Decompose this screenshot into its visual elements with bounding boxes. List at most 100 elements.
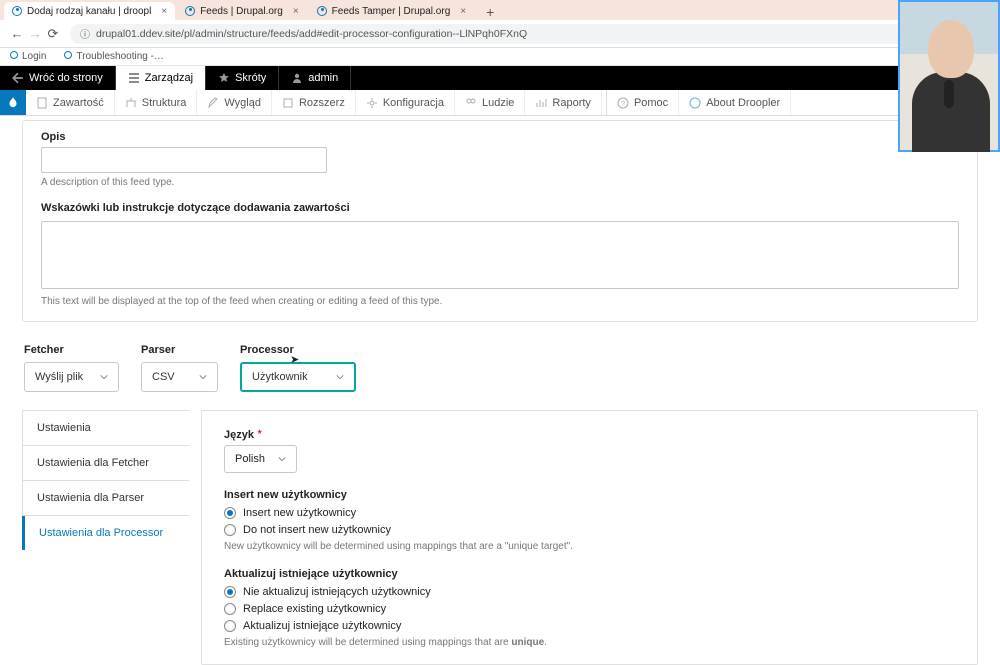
- drupal-favicon-icon: [185, 6, 195, 16]
- opis-help: A description of this feed type.: [41, 177, 959, 188]
- browser-tab-title: Feeds | Drupal.org: [200, 6, 283, 17]
- update-help: Existing użytkownicy will be determined …: [224, 637, 955, 648]
- parser-label: Parser: [141, 344, 218, 356]
- page-content: Opis A description of this feed type. Ws…: [0, 120, 1000, 665]
- site-info-icon: ⓘ: [80, 26, 90, 41]
- tab-ustawienia-fetcher[interactable]: Ustawienia dla Fetcher: [22, 446, 189, 481]
- radio-label: Insert new użytkownicy: [243, 507, 356, 519]
- pipeline-selects-row: Fetcher Wyślij plik Parser CSV Processor…: [22, 344, 978, 392]
- browser-tab-title: Dodaj rodzaj kanału | droopl: [27, 6, 151, 17]
- bookmark-item[interactable]: Troubleshooting -…: [64, 51, 163, 62]
- close-icon[interactable]: ×: [293, 6, 299, 17]
- radio-label: Nie aktualizuj istniejących użytkownicy: [243, 586, 431, 598]
- user-icon: [291, 72, 303, 84]
- toolbar-item-about[interactable]: About Droopler: [679, 90, 791, 115]
- browser-tab-active[interactable]: Dodaj rodzaj kanału | droopl ×: [4, 2, 175, 20]
- fetcher-select[interactable]: Wyślij plik: [24, 362, 119, 392]
- people-icon: [465, 97, 477, 109]
- url-text: drupal01.ddev.site/pl/admin/structure/fe…: [96, 28, 527, 40]
- radio-do-not-update[interactable]: Nie aktualizuj istniejących użytkownicy: [224, 586, 955, 598]
- drupal-home-button[interactable]: [0, 90, 26, 115]
- radio-label: Do not insert new użytkownicy: [243, 524, 391, 536]
- toolbar-item-configuration[interactable]: Konfiguracja: [356, 90, 455, 115]
- radio-label: Replace existing użytkownicy: [243, 603, 386, 615]
- opis-label: Opis: [41, 131, 959, 143]
- brush-icon: [207, 97, 219, 109]
- radio-insert-new[interactable]: Insert new użytkownicy: [224, 507, 955, 519]
- shortcuts-button[interactable]: Skróty: [206, 66, 279, 90]
- insert-help: New użytkownicy will be determined using…: [224, 541, 955, 552]
- tab-ustawienia-processor[interactable]: Ustawienia dla Processor: [22, 516, 189, 550]
- browser-tab-strip: Dodaj rodzaj kanału | droopl × Feeds | D…: [0, 0, 1000, 20]
- browser-address-bar: ← → ⟳ ⓘ drupal01.ddev.site/pl/admin/stru…: [0, 20, 1000, 48]
- opis-input[interactable]: [41, 147, 327, 173]
- browser-tab[interactable]: Feeds | Drupal.org ×: [177, 2, 306, 20]
- droopler-icon: [689, 97, 701, 109]
- radio-label: Aktualizuj istniejące użytkownicy: [243, 620, 401, 632]
- radio-do-not-insert[interactable]: Do not insert new użytkownicy: [224, 524, 955, 536]
- settings-tabs-area: Ustawienia Ustawienia dla Fetcher Ustawi…: [22, 410, 978, 665]
- drupal-admin-toolbar: Wróć do strony Zarządzaj Skróty admin: [0, 66, 1000, 90]
- feed-type-basic-settings: Opis A description of this feed type. Ws…: [22, 120, 978, 322]
- chevron-down-icon: [100, 373, 108, 381]
- insert-new-group: Insert new użytkownicy Insert new użytko…: [224, 489, 955, 552]
- close-icon[interactable]: ×: [460, 6, 466, 17]
- webcam-overlay: [898, 0, 1000, 152]
- parser-select[interactable]: CSV: [141, 362, 218, 392]
- manage-button[interactable]: Zarządzaj: [116, 66, 206, 90]
- insert-new-title: Insert new użytkownicy: [224, 489, 955, 501]
- tab-ustawienia[interactable]: Ustawienia: [22, 411, 189, 446]
- drupal-favicon-icon: [317, 6, 327, 16]
- chevron-down-icon: [278, 455, 286, 463]
- back-arrow-icon: [12, 72, 24, 84]
- toolbar-item-extend[interactable]: Rozszerz: [272, 90, 356, 115]
- drupal-favicon-icon: [12, 6, 22, 16]
- star-icon: [218, 72, 230, 84]
- tab-ustawienia-parser[interactable]: Ustawienia dla Parser: [22, 481, 189, 516]
- bookmarks-bar: Login Troubleshooting -…: [0, 48, 1000, 66]
- radio-icon: [224, 603, 236, 615]
- required-marker: *: [257, 427, 262, 441]
- url-input[interactable]: ⓘ drupal01.ddev.site/pl/admin/structure/…: [70, 24, 992, 44]
- svg-text:?: ?: [621, 101, 625, 108]
- back-to-site-button[interactable]: Wróć do strony: [0, 66, 116, 90]
- toolbar-item-reports[interactable]: Raporty: [525, 90, 602, 115]
- drupal-favicon-icon: [10, 51, 18, 59]
- toolbar-item-people[interactable]: Ludzie: [455, 90, 525, 115]
- hamburger-icon: [128, 72, 140, 84]
- new-tab-button[interactable]: +: [476, 4, 504, 20]
- toolbar-item-structure[interactable]: Struktura: [115, 90, 198, 115]
- toolbar-item-content[interactable]: Zawartość: [26, 90, 115, 115]
- reload-button[interactable]: ⟳: [44, 26, 62, 42]
- chart-icon: [535, 97, 547, 109]
- language-select[interactable]: Polish: [224, 445, 297, 473]
- chevron-down-icon: [199, 373, 207, 381]
- browser-tab-title: Feeds Tamper | Drupal.org: [332, 6, 451, 17]
- wskazowki-label: Wskazówki lub instrukcje dotyczące dodaw…: [41, 202, 959, 214]
- wskazowki-textarea[interactable]: [41, 221, 959, 289]
- drupal-favicon-icon: [64, 51, 72, 59]
- radio-icon: [224, 620, 236, 632]
- bookmark-item[interactable]: Login: [10, 51, 46, 62]
- radio-icon: [224, 507, 236, 519]
- browser-tab[interactable]: Feeds Tamper | Drupal.org ×: [309, 2, 474, 20]
- update-existing-group: Aktualizuj istniejące użytkownicy Nie ak…: [224, 568, 955, 648]
- document-icon: [36, 97, 48, 109]
- radio-replace[interactable]: Replace existing użytkownicy: [224, 603, 955, 615]
- help-icon: ?: [617, 97, 629, 109]
- back-button[interactable]: ←: [8, 26, 26, 41]
- close-icon[interactable]: ×: [161, 6, 167, 17]
- fetcher-label: Fetcher: [24, 344, 119, 356]
- toolbar-item-help[interactable]: ?Pomoc: [606, 90, 679, 115]
- chevron-down-icon: [336, 373, 344, 381]
- processor-settings-pane: Język * Polish Insert new użytkownicy In…: [201, 410, 978, 665]
- radio-update[interactable]: Aktualizuj istniejące użytkownicy: [224, 620, 955, 632]
- forward-button[interactable]: →: [26, 26, 44, 41]
- language-label: Język: [224, 429, 254, 441]
- wskazowki-help: This text will be displayed at the top o…: [41, 296, 959, 307]
- user-menu-button[interactable]: admin: [279, 66, 351, 90]
- toolbar-item-appearance[interactable]: Wygląd: [197, 90, 272, 115]
- processor-label: Processor: [240, 344, 356, 356]
- processor-select[interactable]: Użytkownik: [240, 362, 356, 392]
- gear-icon: [366, 97, 378, 109]
